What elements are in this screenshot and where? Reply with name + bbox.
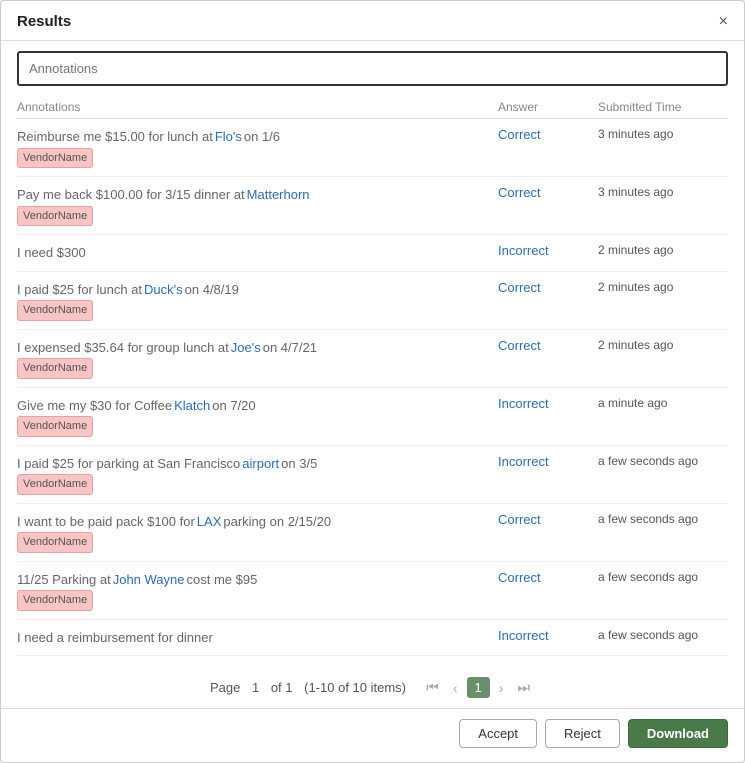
annotation-highlight: LAX [197,512,222,532]
vendor-name-tag: VendorName [17,590,93,611]
annotation-cell: I expensed $35.64 for group lunch at Joe… [17,338,498,379]
header-submitted-time: Submitted Time [598,100,728,114]
vendor-name-tag: VendorName [17,532,93,553]
annotation-cell: I need $300 [17,243,498,263]
annotation-text: on 3/5 [281,454,317,474]
time-cell: 2 minutes ago [598,338,728,352]
answer-cell: Incorrect [498,628,598,643]
items-label: (1-10 of 10 items) [304,680,406,695]
annotation-text: on 1/6 [244,127,280,147]
time-cell: 3 minutes ago [598,185,728,199]
table-row: I paid $25 for parking at San Francisco … [17,446,728,504]
table-row: I paid $25 for lunch at Duck's on 4/8/19… [17,272,728,330]
annotation-highlight: Klatch [174,396,210,416]
modal-header: Results × [1,1,744,41]
table-row: Pay me back $100.00 for 3/15 dinner at M… [17,177,728,235]
answer-cell: Incorrect [498,454,598,469]
answer-cell: Correct [498,280,598,295]
table-row: I need $300 Incorrect2 minutes ago [17,235,728,272]
modal-body: Annotations Answer Submitted Time Reimbu… [1,41,744,661]
table-row: 11/25 Parking at John Wayne cost me $95 V… [17,562,728,620]
annotation-highlight: Duck's [144,280,183,300]
answer-cell: Incorrect [498,243,598,258]
accept-button[interactable]: Accept [459,719,537,748]
modal-title: Results [17,13,71,30]
annotation-text: I expensed $35.64 for group lunch at [17,338,229,358]
annotation-cell: I want to be paid pack $100 for LAX park… [17,512,498,553]
download-button[interactable]: Download [628,719,728,748]
next-page-button[interactable]: › [494,678,509,698]
answer-cell: Correct [498,338,598,353]
table-row: I want to be paid pack $100 for LAX park… [17,504,728,562]
annotation-text: I want to be paid pack $100 for [17,512,195,532]
header-answer: Answer [498,100,598,114]
annotation-highlight: John Wayne [113,570,185,590]
time-cell: a few seconds ago [598,570,728,584]
modal-footer: Accept Reject Download [1,708,744,762]
annotation-highlight: Joe's [231,338,261,358]
time-cell: a few seconds ago [598,628,728,642]
annotation-cell: I need a reimbursement for dinner [17,628,498,648]
prev-page-button[interactable]: ‹ [448,678,463,698]
annotation-text: 11/25 Parking at [17,570,111,590]
answer-cell: Correct [498,127,598,142]
time-cell: 3 minutes ago [598,127,728,141]
annotation-text: on 7/20 [212,396,255,416]
answer-cell: Correct [498,512,598,527]
header-annotations: Annotations [17,100,498,114]
annotation-text: I need $300 [17,243,86,263]
time-cell: 2 minutes ago [598,243,728,257]
time-cell: a few seconds ago [598,454,728,468]
answer-cell: Incorrect [498,396,598,411]
annotation-cell: Give me my $30 for Coffee Klatch on 7/20… [17,396,498,437]
annotation-cell: I paid $25 for lunch at Duck's on 4/8/19… [17,280,498,321]
annotation-highlight: Matterhorn [247,185,310,205]
annotation-text: on 4/8/19 [185,280,239,300]
first-page-button[interactable]: ⏮ [421,677,444,698]
reject-button[interactable]: Reject [545,719,620,748]
vendor-name-tag: VendorName [17,416,93,437]
annotation-text: Give me my $30 for Coffee [17,396,172,416]
annotation-cell: Pay me back $100.00 for 3/15 dinner at M… [17,185,498,226]
page-label: Page [210,680,240,695]
annotation-text: I need a reimbursement for dinner [17,628,213,648]
search-input[interactable] [17,51,728,86]
vendor-name-tag: VendorName [17,206,93,227]
close-button[interactable]: × [719,14,728,30]
answer-cell: Correct [498,185,598,200]
annotation-text: I paid $25 for parking at San Francisco [17,454,240,474]
table-body: Reimburse me $15.00 for lunch at Flo's o… [17,119,728,656]
annotation-text: Reimburse me $15.00 for lunch at [17,127,213,147]
last-page-button[interactable]: ⏭ [512,677,535,698]
annotation-cell: I paid $25 for parking at San Francisco … [17,454,498,495]
pagination: Page 1 of 1 (1-10 of 10 items) ⏮ ‹ 1 › ⏭ [1,661,744,708]
table-row: Reimburse me $15.00 for lunch at Flo's o… [17,119,728,177]
annotation-cell: 11/25 Parking at John Wayne cost me $95 V… [17,570,498,611]
vendor-name-tag: VendorName [17,148,93,169]
results-modal: Results × Annotations Answer Submitted T… [0,0,745,763]
annotation-text: parking on 2/15/20 [223,512,331,532]
annotation-cell: Reimburse me $15.00 for lunch at Flo's o… [17,127,498,168]
annotation-text: Pay me back $100.00 for 3/15 dinner at [17,185,245,205]
table-row: Give me my $30 for Coffee Klatch on 7/20… [17,388,728,446]
time-cell: a minute ago [598,396,728,410]
annotation-text: I paid $25 for lunch at [17,280,142,300]
of-label: of 1 [271,680,293,695]
time-cell: a few seconds ago [598,512,728,526]
time-cell: 2 minutes ago [598,280,728,294]
table-row: I need a reimbursement for dinner Incorre… [17,620,728,657]
page-num: 1 [252,680,259,695]
vendor-name-tag: VendorName [17,358,93,379]
annotation-text: on 4/7/21 [263,338,317,358]
annotation-highlight: Flo's [215,127,242,147]
vendor-name-tag: VendorName [17,474,93,495]
table-row: I expensed $35.64 for group lunch at Joe… [17,330,728,388]
page-1-button[interactable]: 1 [467,677,490,698]
table-header: Annotations Answer Submitted Time [17,96,728,119]
annotation-text: cost me $95 [187,570,258,590]
annotation-highlight: airport [242,454,279,474]
answer-cell: Correct [498,570,598,585]
vendor-name-tag: VendorName [17,300,93,321]
